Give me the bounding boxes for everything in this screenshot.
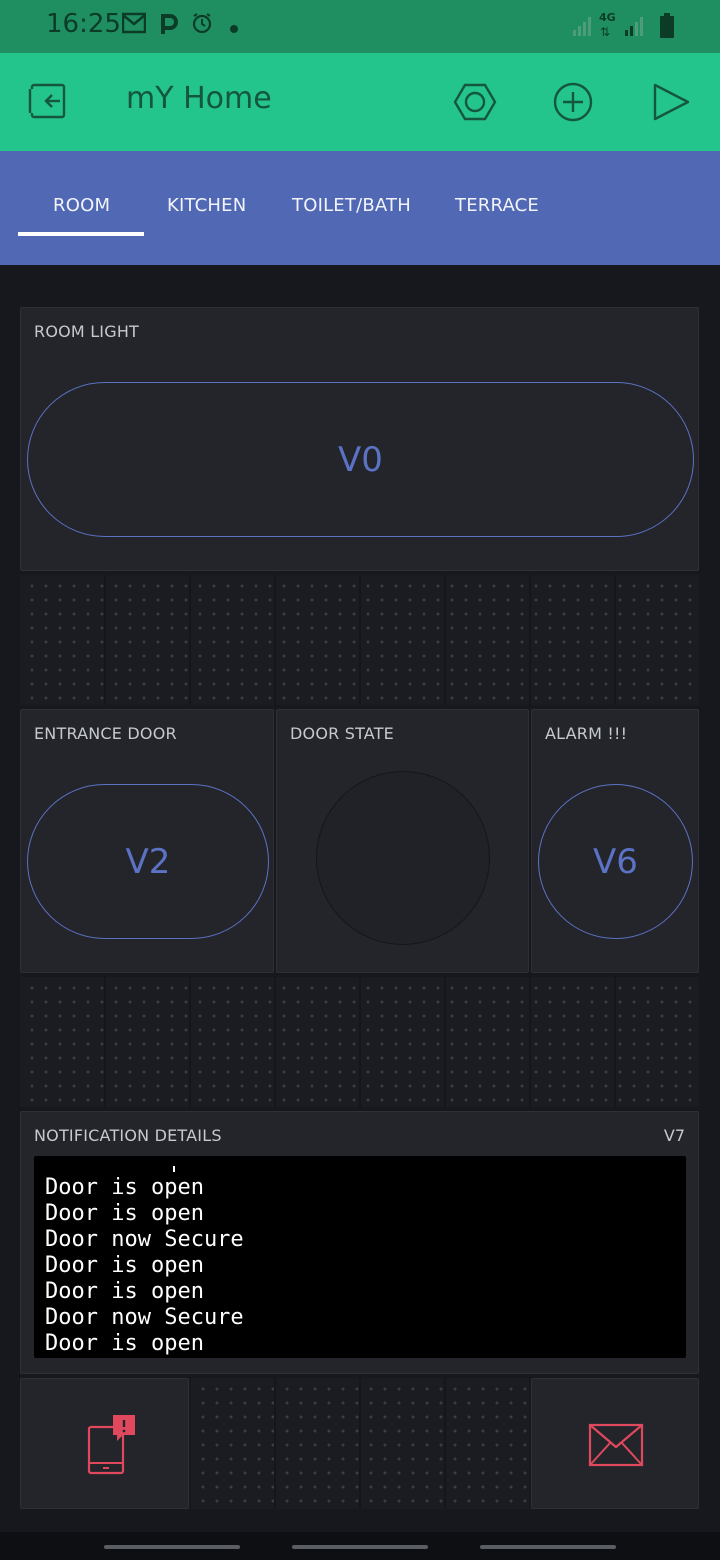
dot-icon (229, 19, 239, 38)
terminal-line: Door is open (45, 1279, 204, 1304)
gmail-icon (121, 12, 147, 38)
tab-bar: ROOM KITCHEN TOILET/BATH TERRACE (0, 151, 720, 265)
entrance-door-widget: ENTRANCE DOOR V2 (20, 709, 274, 973)
alarm-label: ALARM !!! (545, 724, 628, 743)
room-light-label: ROOM LIGHT (34, 322, 140, 341)
app-title: mY Home (126, 81, 272, 116)
battery-icon (659, 13, 675, 43)
nav-handle-left[interactable] (104, 1545, 240, 1549)
tab-toilet-bath[interactable]: TOILET/BATH (292, 195, 411, 216)
status-bar: 16:25 4G ⇅ (0, 0, 720, 53)
alarm-pin: V6 (593, 841, 638, 882)
nav-handle-center[interactable] (292, 1545, 428, 1549)
p-icon (158, 12, 178, 40)
notification-pin: V7 (663, 1126, 685, 1145)
notification-details-label: NOTIFICATION DETAILS (34, 1126, 222, 1145)
settings-icon[interactable] (450, 77, 500, 127)
terminal-line: Door is open (45, 1201, 204, 1226)
status-time: 16:25 (46, 9, 121, 39)
entrance-door-button[interactable]: V2 (27, 784, 269, 939)
play-icon[interactable] (646, 77, 696, 127)
entrance-door-label: ENTRANCE DOOR (34, 724, 177, 743)
terminal-line: Door now Secure (45, 1227, 244, 1252)
add-icon[interactable] (548, 77, 598, 127)
system-nav-bar (0, 1532, 720, 1560)
data-arrows-icon: ⇅ (600, 25, 611, 39)
terminal-line: Door now Secure (45, 1305, 244, 1330)
envelope-icon (588, 1423, 644, 1471)
empty-grid-area-2 (20, 977, 699, 1107)
terminal-line: Door is open (45, 1253, 204, 1278)
terminal-scroll-mark (173, 1166, 175, 1172)
email-widget[interactable] (531, 1378, 699, 1509)
alarm-widget: ALARM !!! V6 (531, 709, 699, 973)
empty-grid-area-3 (191, 1378, 529, 1509)
signal-icon (572, 15, 594, 41)
signal-icon-2 (624, 15, 646, 41)
app-bar: mY Home (0, 53, 720, 151)
notification-details-widget: NOTIFICATION DETAILS V7 Door is open Doo… (20, 1111, 699, 1374)
nav-handle-right[interactable] (480, 1545, 616, 1549)
tab-room[interactable]: ROOM (53, 195, 110, 216)
terminal-output[interactable]: Door is open Door is open Door now Secur… (34, 1156, 686, 1358)
terminal-line: Door is open (45, 1175, 204, 1200)
network-type: 4G (599, 11, 616, 24)
exit-icon[interactable] (24, 77, 74, 127)
room-light-pin: V0 (338, 439, 383, 480)
room-light-widget: ROOM LIGHT V0 (20, 307, 699, 571)
alarm-button[interactable]: V6 (538, 784, 693, 939)
tab-kitchen[interactable]: KITCHEN (167, 195, 246, 216)
door-state-label: DOOR STATE (290, 724, 394, 743)
push-notification-widget[interactable] (20, 1378, 189, 1509)
alarm-icon (191, 12, 213, 38)
entrance-door-pin: V2 (125, 841, 171, 882)
tab-terrace[interactable]: TERRACE (455, 195, 539, 216)
room-light-button[interactable]: V0 (27, 382, 694, 537)
terminal-line: Door is open (45, 1331, 204, 1356)
door-state-led (316, 771, 490, 945)
empty-grid-area (20, 575, 699, 705)
door-state-widget: DOOR STATE (276, 709, 529, 973)
active-tab-indicator (18, 232, 144, 236)
phone-alert-icon (83, 1413, 137, 1481)
